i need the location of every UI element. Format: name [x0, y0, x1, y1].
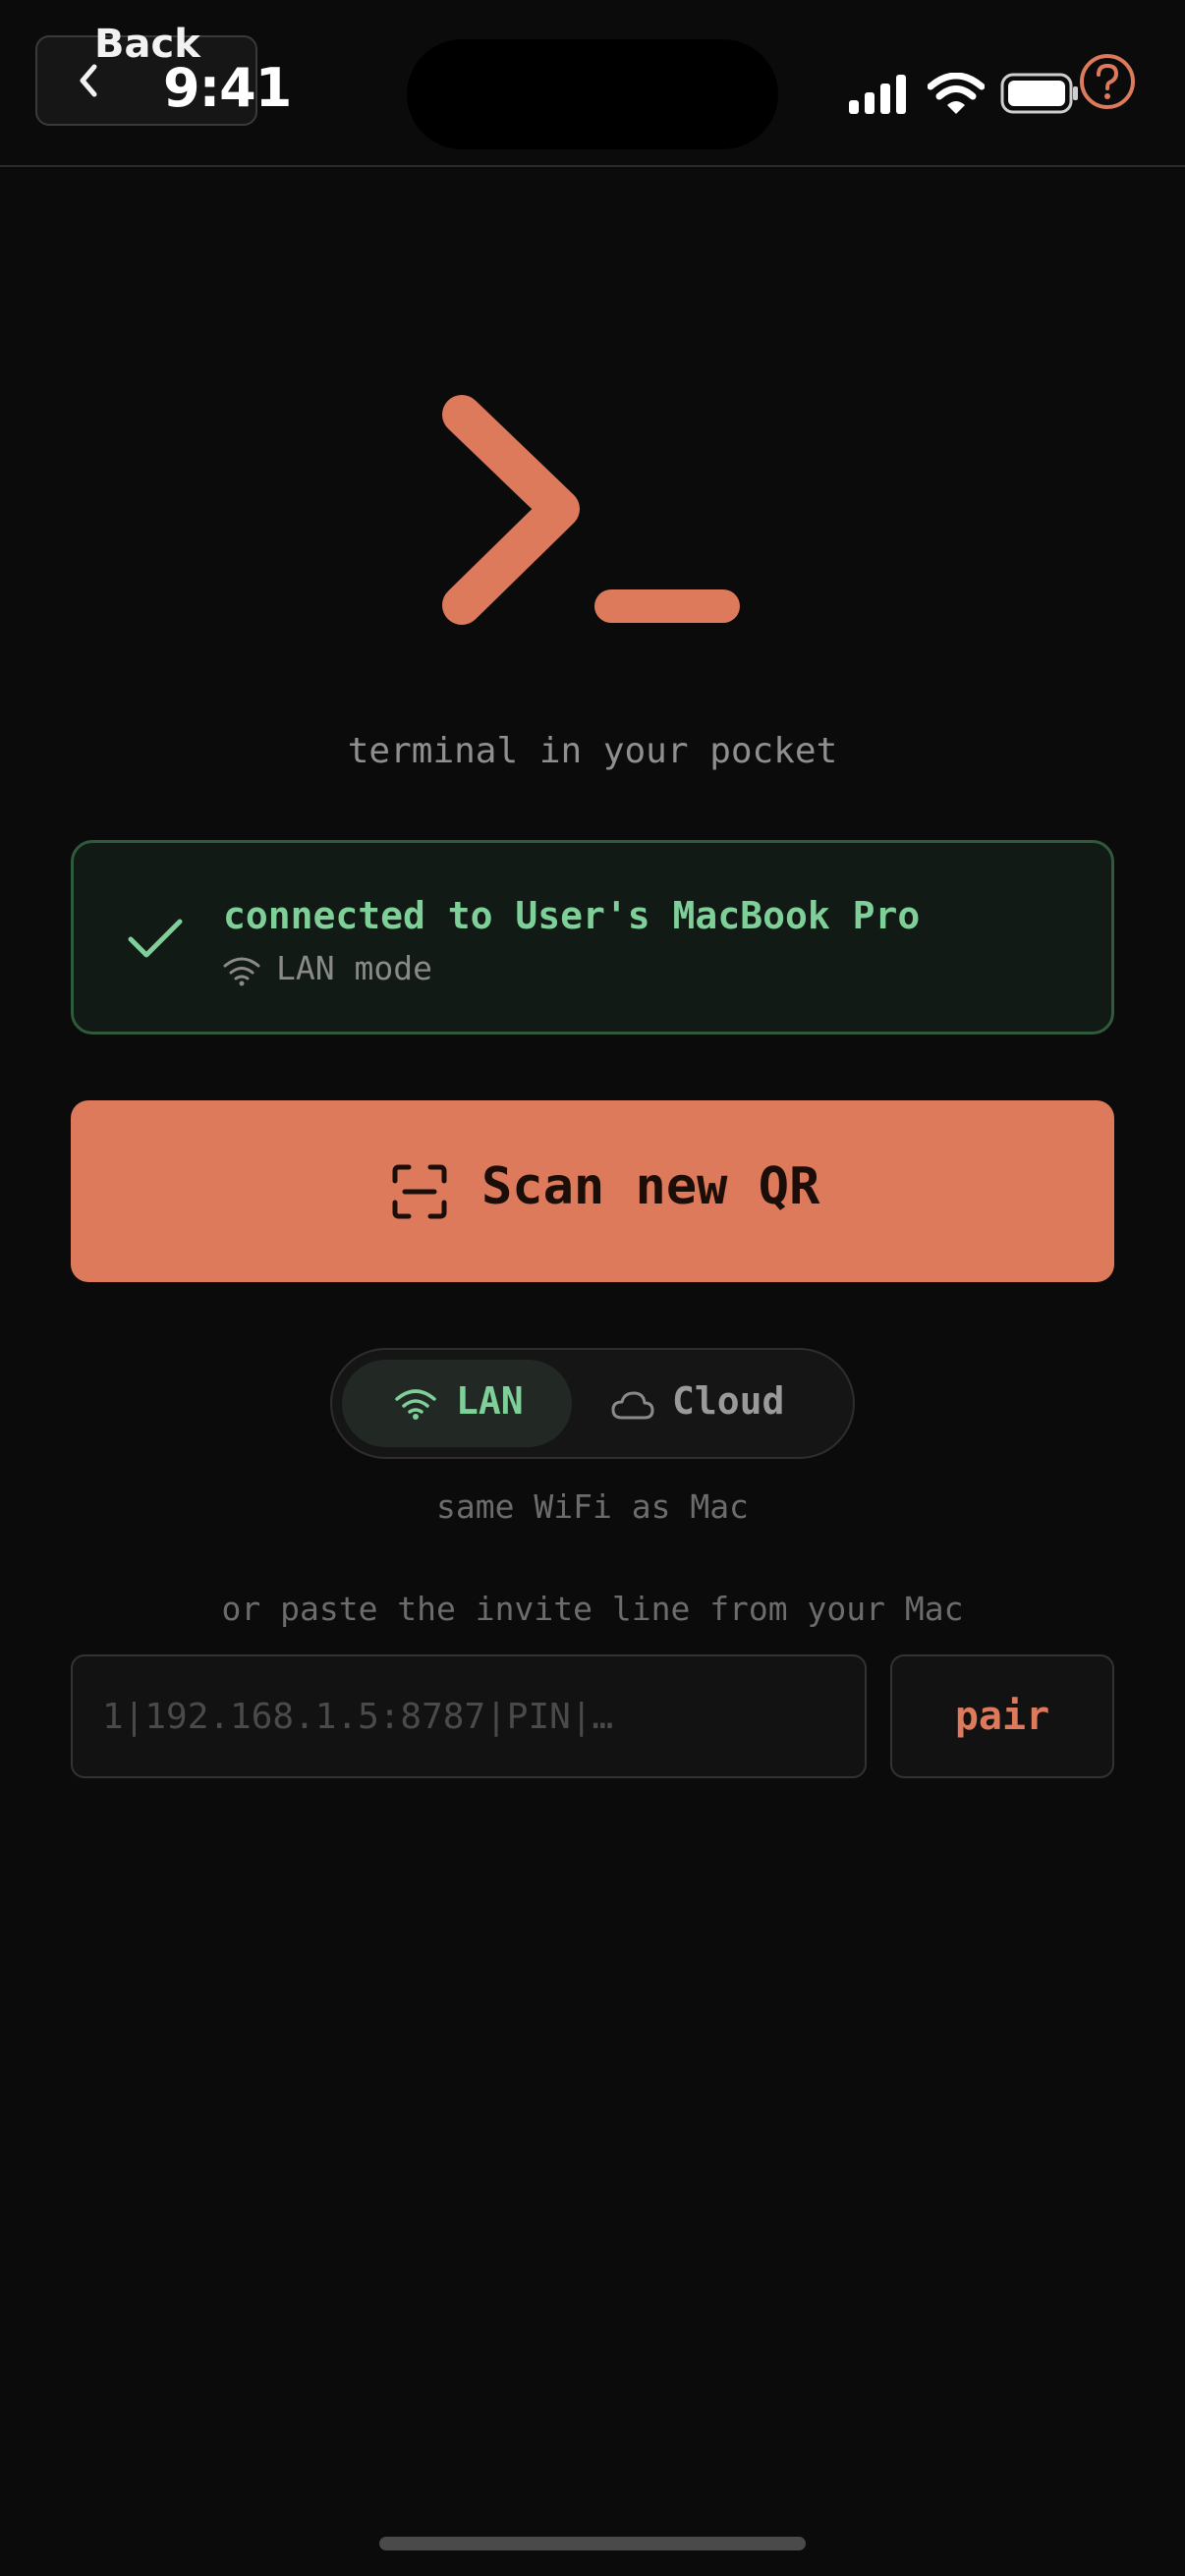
- invite-line-input[interactable]: [71, 1654, 867, 1778]
- mode-option-lan[interactable]: LAN: [342, 1360, 572, 1447]
- cloud-icon: [611, 1391, 654, 1420]
- mode-option-cloud-label: Cloud: [672, 1379, 785, 1423]
- wifi-icon: [395, 1389, 436, 1420]
- help-button[interactable]: [1079, 53, 1136, 110]
- signal-icon: [849, 75, 906, 114]
- tagline: terminal in your pocket: [347, 731, 838, 771]
- scan-qr-button[interactable]: Scan new QR: [71, 1100, 1114, 1282]
- scan-qr-label: Scan new QR: [481, 1157, 820, 1216]
- chevron-left-icon: [80, 64, 97, 97]
- connection-title: connected to User's MacBook Pro: [223, 894, 921, 937]
- connection-mode-label: LAN mode: [276, 949, 432, 987]
- qr-scan-icon: [392, 1164, 447, 1219]
- pair-button-label: pair: [954, 1694, 1050, 1739]
- mode-option-cloud[interactable]: Cloud: [578, 1360, 845, 1447]
- paste-invite-hint: or paste the invite line from your Mac: [221, 1590, 964, 1628]
- connection-mode-toggle: LAN Cloud: [330, 1348, 855, 1459]
- status-time: 9:41: [163, 57, 292, 119]
- header-divider: [0, 165, 1185, 167]
- connection-status-card: connected to User's MacBook Pro LAN mode: [71, 840, 1114, 1035]
- wifi-icon: [223, 957, 260, 986]
- check-icon: [128, 919, 183, 958]
- terminal-prompt-logo: [442, 395, 740, 625]
- battery-icon: [1000, 73, 1078, 114]
- mode-hint: same WiFi as Mac: [436, 1487, 749, 1526]
- mode-option-lan-label: LAN: [456, 1379, 524, 1423]
- pair-button[interactable]: pair: [890, 1654, 1114, 1778]
- wifi-icon: [928, 73, 985, 114]
- home-indicator: [379, 2537, 806, 2550]
- dynamic-island: [407, 39, 778, 149]
